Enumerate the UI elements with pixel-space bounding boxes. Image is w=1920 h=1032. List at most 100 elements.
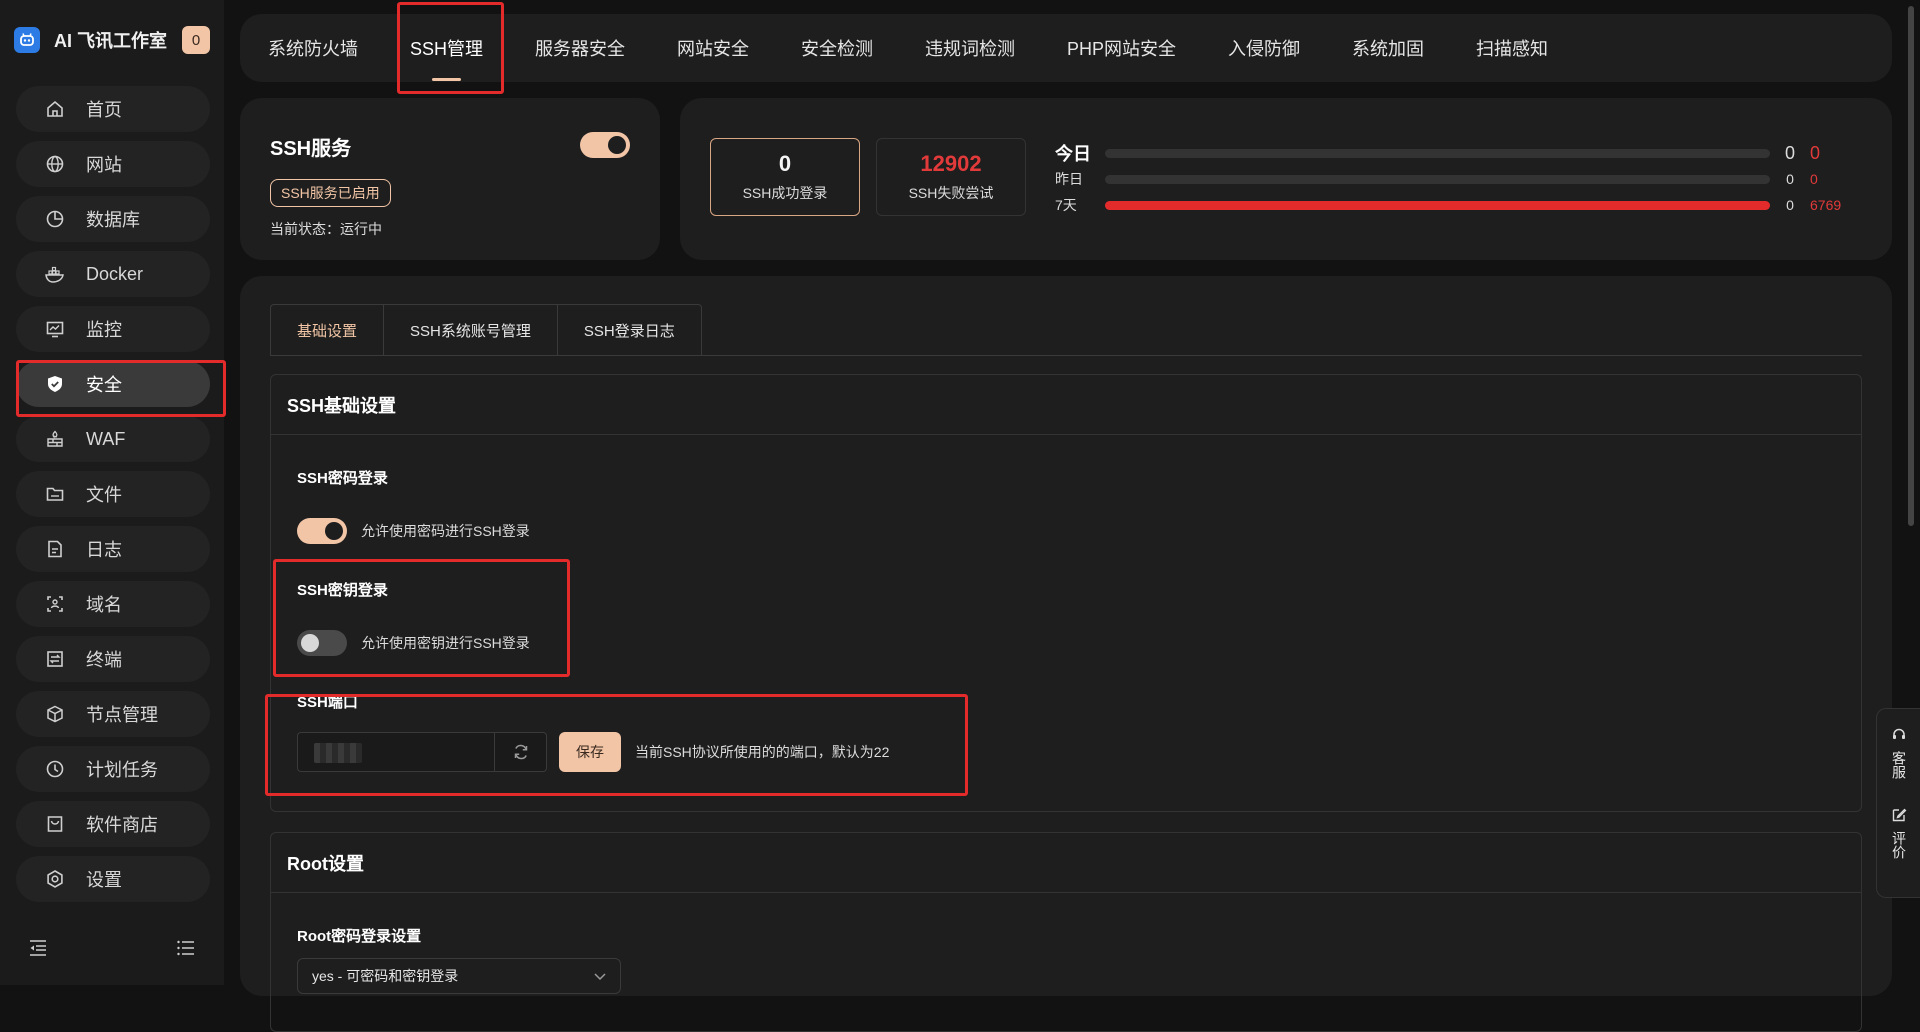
sidebar-item-settings[interactable]: 设置	[16, 856, 210, 902]
globe-icon	[44, 153, 66, 175]
sidebar-item-label: 节点管理	[86, 705, 158, 725]
sidebar-item-domain[interactable]: 域名	[16, 581, 210, 627]
ssh-success-box[interactable]: 0 SSH成功登录	[710, 138, 860, 216]
field-label: Root密码登录设置	[297, 928, 422, 945]
stats-row-label: 今日	[1055, 144, 1091, 164]
cube-icon	[44, 703, 66, 725]
headset-icon	[1891, 727, 1907, 747]
stats-row-7days: 7天 0 6769	[1055, 192, 1855, 218]
sidebar-item-label: WAF	[86, 428, 126, 449]
tab-website-security[interactable]: 网站安全	[677, 35, 749, 61]
status-badge: SSH服务已启用	[270, 179, 391, 207]
stats-success-value: 0	[1786, 171, 1794, 187]
tab-ssh-accounts[interactable]: SSH系统账号管理	[384, 304, 558, 356]
sidebar-item-logs[interactable]: 日志	[16, 526, 210, 572]
sidebar-item-terminal[interactable]: 终端	[16, 636, 210, 682]
stats-bar-track	[1105, 148, 1770, 158]
review-button[interactable]: 评价	[1890, 807, 1907, 859]
sidebar-item-label: 网站	[86, 155, 122, 175]
highlight-box-ssh-port	[265, 694, 968, 796]
sidebar-item-label: 计划任务	[86, 760, 158, 780]
sidebar-bottom	[0, 920, 224, 980]
chevron-down-icon	[594, 968, 606, 984]
tab-basic-settings[interactable]: 基础设置	[270, 304, 385, 356]
folder-icon	[44, 483, 66, 505]
sidebar-item-label: 设置	[86, 870, 122, 890]
sidebar-item-label: Docker	[86, 263, 144, 284]
sidebar-item-label: 文件	[86, 485, 122, 505]
stats-success-value: 0	[1786, 197, 1794, 213]
highlight-box-key-login	[273, 559, 570, 677]
sidebar-item-label: 终端	[86, 650, 122, 670]
tab-system-hardening[interactable]: 系统加固	[1352, 35, 1424, 61]
password-login-field: SSH密码登录 允许使用密码进行SSH登录	[297, 467, 530, 544]
review-label: 评价	[1891, 831, 1907, 859]
ssh-success-count: 0	[778, 151, 792, 176]
highlight-box-ssh-tab	[397, 2, 504, 94]
stats-bar-fill	[1105, 200, 1770, 210]
sidebar-item-home[interactable]: 首页	[16, 86, 210, 132]
field-desc: 允许使用密码进行SSH登录	[361, 523, 530, 539]
tab-intrusion-defense[interactable]: 入侵防御	[1228, 35, 1300, 61]
logo-icon	[14, 27, 40, 53]
firewall-icon	[44, 428, 66, 450]
section-title: Root设置	[271, 833, 1861, 893]
brand-name: AI 飞讯工作室	[54, 31, 168, 51]
tab-security-scan[interactable]: 安全检测	[801, 35, 873, 61]
root-password-field: Root密码登录设置 yes - 可密码和密钥登录	[297, 925, 621, 994]
section-title: SSH基础设置	[271, 375, 1861, 435]
tab-server-security[interactable]: 服务器安全	[535, 35, 625, 61]
sidebar-item-database[interactable]: 数据库	[16, 196, 210, 242]
notification-badge[interactable]: 0	[182, 26, 210, 54]
stats-fail-value: 0	[1810, 171, 1818, 187]
sidebar-nav: 首页 网站 数据库 Docker 监控 安全 WAF 文件 日志 域名 终端 节…	[16, 86, 210, 911]
ssh-fail-label: SSH失败尝试	[908, 185, 994, 201]
brand: AI 飞讯工作室 0	[14, 22, 214, 58]
sidebar-item-store[interactable]: 软件商店	[16, 801, 210, 847]
domain-icon	[44, 593, 66, 615]
sidebar: AI 飞讯工作室 0 首页 网站 数据库 Docker 监控 安全 WAF 文件…	[0, 0, 226, 985]
ssh-service-toggle[interactable]	[580, 132, 630, 158]
tab-scan-awareness[interactable]: 扫描感知	[1476, 35, 1548, 61]
sidebar-item-waf[interactable]: WAF	[16, 416, 210, 462]
stats-success-value: 0	[1784, 142, 1795, 163]
docker-icon	[44, 263, 66, 285]
tab-ssh-login-log[interactable]: SSH登录日志	[557, 304, 702, 356]
stats-bar-track	[1105, 200, 1770, 210]
sidebar-item-label: 监控	[86, 320, 122, 340]
tab-php-security[interactable]: PHP网站安全	[1067, 35, 1176, 61]
edit-icon	[1891, 807, 1907, 827]
sidebar-item-website[interactable]: 网站	[16, 141, 210, 187]
password-login-toggle[interactable]	[297, 518, 347, 544]
database-icon	[44, 208, 66, 230]
sidebar-item-label: 域名	[86, 595, 122, 615]
ssh-fail-count: 12902	[920, 151, 982, 176]
sidebar-item-docker[interactable]: Docker	[16, 251, 210, 297]
sidebar-item-files[interactable]: 文件	[16, 471, 210, 517]
stats-row-yesterday: 昨日 0 0	[1055, 166, 1855, 192]
sidebar-item-nodes[interactable]: 节点管理	[16, 691, 210, 737]
root-login-select[interactable]: yes - 可密码和密钥登录	[297, 958, 621, 994]
ssh-fail-box[interactable]: 12902 SSH失败尝试	[876, 138, 1026, 216]
floating-help-bar: 客服 评价	[1876, 708, 1920, 898]
sidebar-item-cron[interactable]: 计划任务	[16, 746, 210, 792]
customer-service-button[interactable]: 客服	[1890, 727, 1907, 779]
stats-row-today: 今日 0 0	[1055, 140, 1855, 166]
tab-firewall[interactable]: 系统防火墙	[268, 35, 358, 61]
ssh-status-text: 当前状态：运行中	[270, 221, 382, 237]
ssh-service-card: SSH服务 SSH服务已启用 当前状态：运行中	[240, 98, 660, 260]
sidebar-item-monitor[interactable]: 监控	[16, 306, 210, 352]
highlight-box-security	[16, 360, 226, 417]
menu-list-icon[interactable]	[176, 939, 196, 962]
home-icon	[44, 98, 66, 120]
ssh-service-title: SSH服务	[270, 138, 352, 160]
customer-service-label: 客服	[1891, 751, 1907, 779]
ssh-success-label: SSH成功登录	[742, 185, 828, 201]
ssh-stats-card: 0 SSH成功登录 12902 SSH失败尝试 今日 0 0 昨日 0 0 7天…	[680, 98, 1892, 260]
sidebar-item-label: 数据库	[86, 210, 140, 230]
store-icon	[44, 813, 66, 835]
tab-violation-words[interactable]: 违规词检测	[925, 35, 1015, 61]
sidebar-item-label: 软件商店	[86, 815, 158, 835]
collapse-sidebar-icon[interactable]	[28, 939, 48, 962]
page-scrollbar[interactable]	[1908, 6, 1914, 526]
